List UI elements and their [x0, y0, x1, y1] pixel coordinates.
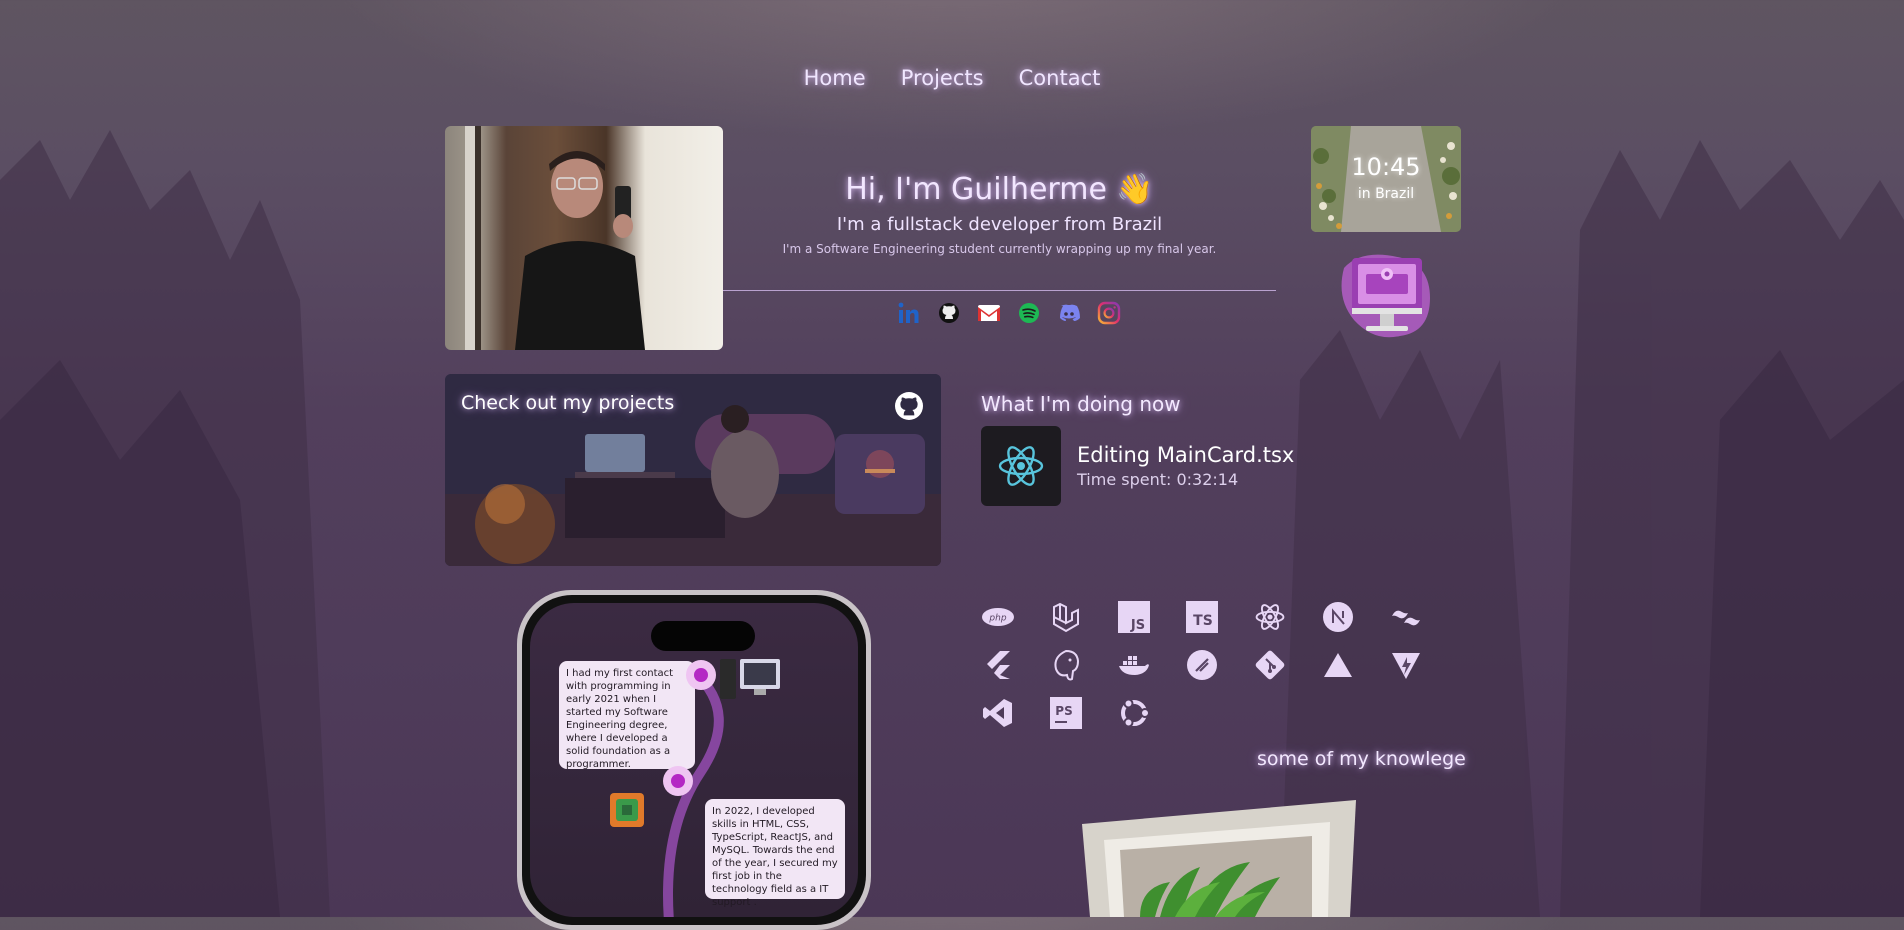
projects-card[interactable]: Check out my projects	[445, 374, 941, 566]
gmail-icon[interactable]	[976, 300, 1002, 326]
greeting-heading: Hi, I'm Guilherme 👋	[845, 172, 1154, 207]
react-icon	[981, 426, 1061, 506]
javascript-icon: JS	[1117, 600, 1151, 634]
timeline-node-2022[interactable]	[663, 766, 693, 796]
time-spent: Time spent: 0:32:14	[1077, 470, 1239, 489]
nextjs-icon	[1321, 600, 1355, 634]
github-icon[interactable]	[936, 300, 962, 326]
vite-icon	[1389, 648, 1423, 682]
now-heading: What I'm doing now	[981, 392, 1181, 416]
profile-photo	[445, 126, 723, 350]
detail-text: I'm a Software Engineering student curre…	[782, 242, 1217, 256]
vscode-icon	[981, 696, 1015, 730]
phpstorm-icon: PS	[1049, 696, 1083, 730]
github-icon[interactable]	[893, 390, 925, 422]
nav-home[interactable]: Home	[804, 66, 866, 90]
postgresql-icon	[1049, 648, 1083, 682]
svg-text:TS: TS	[1193, 613, 1213, 629]
nav-contact[interactable]: Contact	[1019, 66, 1101, 90]
divider	[723, 290, 1276, 291]
phone-notch	[651, 621, 755, 651]
timeline-screen[interactable]: I had my first contact with programming …	[530, 603, 858, 917]
timeline-entry-2022: In 2022, I developed skills in HTML, CSS…	[705, 799, 845, 908]
nav-projects[interactable]: Projects	[901, 66, 984, 90]
linkedin-icon[interactable]	[896, 300, 922, 326]
top-nav: Home Projects Contact	[0, 66, 1904, 90]
flutter-icon	[981, 648, 1015, 682]
skills-caption: some of my knowlege	[1257, 748, 1466, 770]
plant-window-illustration	[1080, 800, 1360, 917]
clock-card: 10:45 in Brazil	[1311, 126, 1461, 232]
svg-text:php: php	[988, 614, 1006, 624]
phone-mockup: I had my first contact with programming …	[517, 590, 871, 930]
swagger-icon	[1185, 648, 1219, 682]
subtitle: I'm a fullstack developer from Brazil	[836, 214, 1163, 235]
typescript-icon: TS	[1185, 600, 1219, 634]
discord-icon[interactable]	[1056, 300, 1082, 326]
tailwind-icon	[1389, 600, 1423, 634]
timeline-entry-2021: I had my first contact with programming …	[559, 661, 695, 770]
vercel-icon	[1321, 648, 1355, 682]
phone-bezel: I had my first contact with programming …	[522, 595, 866, 925]
clock-location: in Brazil	[1357, 186, 1415, 202]
docker-icon	[1117, 648, 1151, 682]
instagram-icon[interactable]	[1096, 300, 1122, 326]
projects-title: Check out my projects	[461, 392, 675, 414]
ubuntu-icon	[1117, 696, 1151, 730]
forest-background	[0, 130, 1904, 917]
laravel-icon	[1049, 600, 1083, 634]
git-icon	[1253, 648, 1287, 682]
svg-text:JS: JS	[1130, 618, 1145, 633]
spotify-icon[interactable]	[1016, 300, 1042, 326]
activity-text: Editing MainCard.tsx	[1077, 443, 1295, 467]
clock-time: 10:45	[1351, 153, 1421, 181]
computer-icon	[1330, 248, 1440, 344]
timeline-node-2021[interactable]	[686, 660, 716, 690]
svg-text:PS: PS	[1055, 704, 1072, 718]
react-skill-icon	[1253, 600, 1287, 634]
php-icon: php	[981, 600, 1015, 634]
social-links	[896, 300, 1122, 328]
